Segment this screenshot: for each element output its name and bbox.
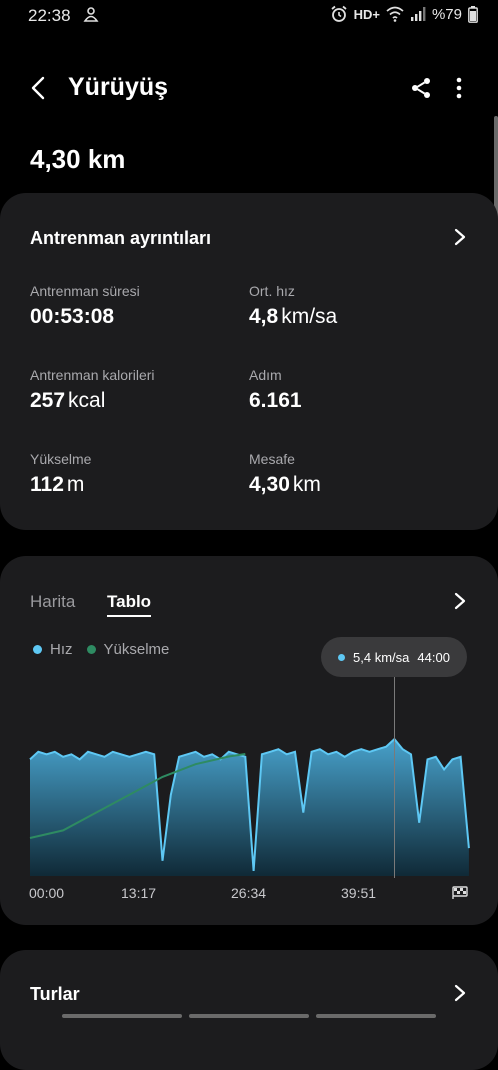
stat-unit: km [292,473,321,496]
battery-percent: %79 [431,5,462,23]
tooltip-time: 44:00 [417,649,450,665]
stat-label: Antrenman süresi [30,283,140,299]
stat-distance: Mesafe 4,30 km [249,451,321,497]
x-tick-label: 13:17 [121,885,157,901]
stat-value: 6.161 [249,389,302,412]
stat-value: 4,8 [249,305,279,328]
tooltip-line [394,677,395,878]
nav-home-button[interactable] [189,1014,309,1018]
app-bar: Yürüyüş [0,64,498,114]
chevron-right-icon[interactable] [452,227,468,247]
tooltip-dot [338,653,346,661]
wifi-icon [386,6,404,22]
stat-steps: Adım 6.161 [249,367,302,413]
laps-title: Turlar [30,984,80,1004]
stat-value: 00:53:08 [30,305,115,328]
stat-label: Yükselme [30,451,92,467]
chart-tooltip: 5,4 km/sa 44:00 [321,637,467,677]
status-bar: 22:38 HD+ %79 [0,0,498,32]
status-time: 22:38 [28,6,71,25]
chart-card: Harita Tablo Hız Yükselme 5,4 km/sa 44:0… [0,556,498,925]
finish-flag-icon [452,886,468,899]
status-icons: HD+ %79 [330,5,478,23]
back-button[interactable] [26,75,52,101]
share-icon[interactable] [409,76,433,100]
summary-distance: 4,30 km [30,144,126,174]
battery-icon [468,5,478,23]
network-type-label: HD+ [353,6,380,22]
x-axis-labels: 00:00 13:17 26:34 39:51 [0,885,498,905]
stat-value: 257 [30,389,66,412]
stat-label: Mesafe [249,451,295,467]
x-tick-label: 00:00 [29,885,65,901]
notification-app-icon [83,7,99,22]
stat-unit: kcal [68,389,106,412]
stat-calories: Antrenman kalorileri 257 kcal [30,367,155,413]
workout-details-card[interactable]: Antrenman ayrıntıları Antrenman süresi 0… [0,193,498,530]
stat-value: 112 [30,473,64,496]
laps-card[interactable]: Turlar [0,950,498,1070]
stat-unit: m [66,473,85,496]
stat-label: Ort. hız [249,283,295,299]
page-title: Yürüyüş [68,73,169,101]
stat-label: Adım [249,367,282,383]
nav-back-button[interactable] [316,1014,436,1018]
x-tick-label: 26:34 [231,885,267,901]
chevron-right-icon[interactable] [452,983,468,1003]
stat-duration: Antrenman süresi 00:53:08 [30,283,140,329]
stat-unit: km/sa [281,305,338,328]
more-options-icon[interactable] [447,76,471,100]
alarm-icon [331,5,347,22]
signal-icon [410,7,426,21]
tooltip-value: 5,4 km/sa [353,649,410,665]
stat-label: Antrenman kalorileri [30,367,155,383]
x-tick-label: 39:51 [341,885,377,901]
stat-value: 4,30 [249,473,290,496]
stat-elevation: Yükselme 112 m [30,451,91,497]
stat-avg-speed: Ort. hız 4,8 km/sa [249,283,337,329]
speed-elevation-chart[interactable] [0,556,498,925]
nav-recents-button[interactable] [62,1014,182,1018]
workout-details-title: Antrenman ayrıntıları [30,228,212,248]
